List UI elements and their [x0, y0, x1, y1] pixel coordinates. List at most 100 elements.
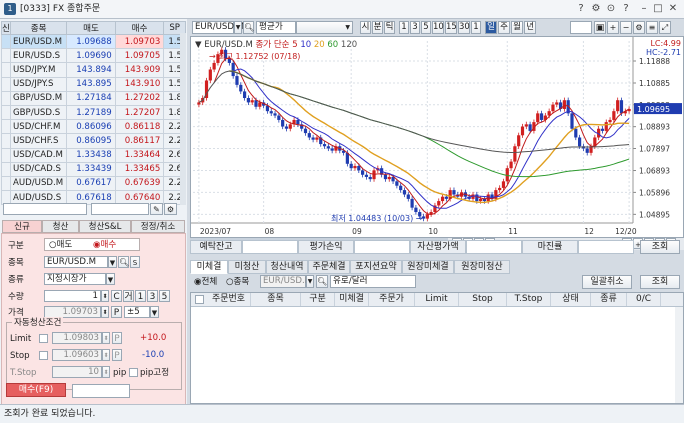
period-button-6[interactable]: 10 [432, 21, 444, 34]
chart-settings-icon[interactable]: ⚙ [633, 21, 645, 34]
quote-bid[interactable]: 1.27184 [66, 90, 116, 106]
quote-ask[interactable]: 1.33465 [114, 161, 165, 177]
quote-row[interactable]: USD/CAD.M 1.33438 1.33464 2.6 [1, 147, 186, 163]
period-count-input[interactable] [570, 21, 592, 34]
zoom-out-icon[interactable]: − [620, 21, 632, 34]
limit-p-button[interactable]: P [112, 332, 122, 344]
summary-query-button[interactable]: 조회 [640, 240, 680, 254]
symbol-s-button[interactable]: S [130, 256, 140, 268]
grid-col-header[interactable]: T.Stop [507, 293, 551, 306]
buy-submit-button[interactable]: 매수(F9) [6, 383, 66, 397]
stop-checkbox[interactable] [39, 351, 48, 360]
tab-new-order[interactable]: 신규 [2, 220, 42, 233]
order-memo-input[interactable] [72, 384, 130, 398]
quote-filter-input-2[interactable] [91, 203, 149, 215]
quote-row[interactable]: EUR/USD.M 1.09688 1.09703 1.5 [1, 33, 186, 50]
price-p-button[interactable]: P [111, 306, 122, 318]
quote-bid[interactable]: 1.27189 [66, 104, 116, 121]
filter-symbol-radio[interactable]: ○종목 [226, 276, 249, 288]
quote-filter-input-1[interactable] [3, 203, 87, 215]
chevron-down-icon[interactable]: ▼ [296, 21, 353, 34]
help-small-icon[interactable]: ? [620, 3, 632, 15]
radio-sell[interactable]: ○매도 [49, 239, 72, 251]
tab-unsettled[interactable]: 미청산 [228, 260, 266, 274]
chevron-down-icon[interactable]: ▼ [234, 21, 242, 34]
quote-bid[interactable]: 1.09690 [66, 48, 116, 64]
settings-icon[interactable]: ⚙ [590, 3, 602, 15]
chevron-down-icon[interactable]: ▼ [108, 256, 117, 268]
help-icon[interactable]: ? [575, 3, 587, 15]
tab-position-summary[interactable]: 포지션요약 [350, 260, 402, 274]
quote-header-2[interactable]: 매도 [66, 21, 116, 35]
search-icon[interactable]: 🔍︎ [118, 256, 129, 268]
gear-icon[interactable]: ⚙ [164, 203, 177, 215]
quote-ask[interactable]: 143.909 [114, 62, 165, 78]
quote-ask[interactable]: 0.67639 [114, 175, 165, 192]
qty-btn-geo[interactable]: 거 [123, 290, 134, 302]
quote-row[interactable]: USD/JPY.M 143.894 143.909 1.5 [1, 62, 186, 78]
chevron-down-icon[interactable]: ▼ [306, 275, 314, 288]
period-button-11[interactable]: 주 [498, 21, 510, 34]
stop-p-button[interactable]: P [112, 349, 122, 361]
quote-row[interactable]: USD/CHF.M 0.86096 0.86118 2.2 [1, 119, 186, 135]
grid-col-header[interactable]: 미체결 [335, 293, 369, 306]
quote-ask[interactable]: 1.09705 [114, 48, 165, 64]
cancel-all-button[interactable]: 일괄취소 [582, 275, 632, 289]
tstop-input[interactable]: 10 [52, 366, 102, 378]
price-chart[interactable]: 1.118881.108851.098921.088931.078971.068… [190, 36, 684, 238]
quote-row[interactable]: GBP/USD.S 1.27189 1.27207 1.8 [1, 104, 186, 121]
pip-fixed-checkbox[interactable] [129, 368, 138, 377]
grid-col-header[interactable]: 주문가 [369, 293, 415, 306]
close-icon[interactable]: ✕ [667, 3, 679, 15]
quote-ask[interactable]: 1.27207 [114, 104, 165, 121]
tab-ledger-unsettled[interactable]: 원장미청산 [454, 260, 510, 274]
quote-ask[interactable]: 0.86118 [114, 119, 165, 135]
quote-scrollbar[interactable] [180, 33, 186, 205]
stop-input[interactable]: 1.09603 [52, 349, 102, 361]
grid-col-header[interactable]: 상태 [551, 293, 591, 306]
quote-row[interactable]: AUD/USD.M 0.67617 0.67639 2.2 [1, 175, 186, 192]
grid-col-header[interactable]: 종목 [251, 293, 301, 306]
quote-bid[interactable]: 1.09688 [66, 33, 116, 50]
quote-row[interactable]: USD/CHF.S 0.86095 0.86117 2.2 [1, 133, 186, 149]
filter-all-radio[interactable]: ◉전체 [194, 276, 217, 288]
period-button-3[interactable]: 1 [399, 21, 409, 34]
period-button-1[interactable]: 분 [372, 21, 383, 34]
maximize-icon[interactable]: □ [652, 3, 664, 15]
quote-bid[interactable]: 0.86096 [66, 119, 116, 135]
stop-stepper[interactable]: ⬍ [102, 349, 110, 361]
quote-bid[interactable]: 1.33439 [66, 161, 116, 177]
qty-input[interactable]: 1 [44, 290, 101, 302]
quote-ask[interactable]: 0.86117 [114, 133, 165, 149]
quote-row[interactable]: USD/CAD.S 1.33439 1.33465 2.6 [1, 161, 186, 177]
period-button-2[interactable]: 틱 [384, 21, 395, 34]
bottom-query-button[interactable]: 조회 [640, 275, 680, 289]
edit-icon[interactable]: ✎ [150, 203, 163, 215]
quote-ask[interactable]: 1.27202 [114, 90, 165, 106]
chart-symbol-select[interactable]: EUR/USD.M [192, 21, 244, 34]
chart-list-icon[interactable]: ≡ [646, 21, 658, 34]
limit-input[interactable]: 1.09803 [52, 332, 102, 344]
filter-symbol-select[interactable]: EUR/USD.M [260, 275, 312, 288]
quote-bid[interactable]: 143.894 [66, 62, 116, 78]
qty-btn-5[interactable]: 5 [159, 290, 170, 302]
quote-bid[interactable]: 143.895 [66, 76, 116, 92]
quote-row[interactable]: USD/JPY.S 143.895 143.910 1.5 [1, 76, 186, 92]
quote-header-1[interactable]: 종목 [9, 21, 68, 35]
limit-checkbox[interactable] [39, 334, 48, 343]
price-stepper[interactable]: ⬍ [101, 306, 109, 318]
zoom-in-icon[interactable]: + [607, 21, 619, 34]
period-button-10[interactable]: 일 [485, 21, 497, 34]
pin-icon[interactable]: ⊙ [605, 3, 617, 15]
grid-col-header[interactable]: Stop [459, 293, 507, 306]
price-type-select[interactable]: 평균가 [256, 21, 296, 34]
quote-row[interactable]: EUR/USD.S 1.09690 1.09705 1.5 [1, 48, 186, 64]
period-button-8[interactable]: 30 [458, 21, 470, 34]
period-button-7[interactable]: 15 [445, 21, 457, 34]
grid-col-header[interactable]: 0/C [627, 293, 661, 306]
quote-ask[interactable]: 143.910 [114, 76, 165, 92]
quote-bid[interactable]: 0.67617 [66, 175, 116, 192]
tab-order-fills[interactable]: 주문체결 [308, 260, 350, 274]
quote-header-3[interactable]: 매수 [114, 21, 165, 35]
limit-stepper[interactable]: ⬍ [102, 332, 110, 344]
